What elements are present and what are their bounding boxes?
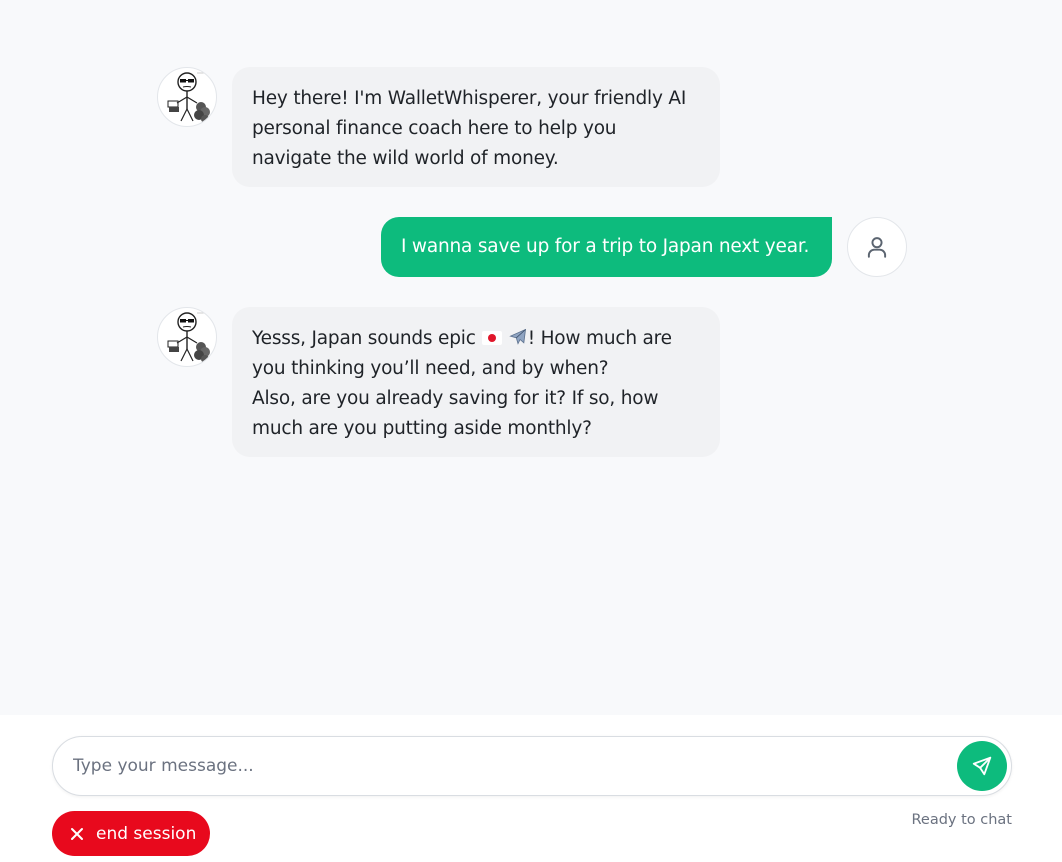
user-message: I wanna save up for a trip to Japan next… [381,217,832,277]
bot-avatar-icon [167,72,210,123]
bot-message: Yesss, Japan sounds epic ! How much are y… [232,307,720,457]
bot-message: Hey there! I'm WalletWhisperer, your fri… [232,67,720,187]
message-line: personal finance coach here to help you [252,118,617,139]
airplane-icon [508,328,526,345]
message-text: Yesss, Japan sounds epic [252,328,476,349]
end-session-label: end session [96,823,197,844]
end-session-button[interactable]: end session [52,811,210,856]
bot-avatar [157,307,217,367]
bot-avatar-icon [167,312,210,363]
composer-region: end session Ready to chat [0,715,1062,862]
chat-area: Hey there! I'm WalletWhisperer, your fri… [0,0,1062,715]
message-line: Hey there! I'm WalletWhisperer, your fri… [252,88,687,109]
send-button[interactable] [957,741,1007,791]
message-line: much are you putting aside monthly? [252,418,592,439]
user-avatar [847,217,907,277]
message-input[interactable] [73,737,933,795]
send-icon [972,756,992,776]
user-icon [867,237,887,258]
message-line: navigate the wild world of money. [252,148,559,169]
bot-avatar [157,67,217,127]
message-text: I wanna save up for a trip to Japan next… [401,236,810,257]
message-line: Also, are you already saving for it? If … [252,388,659,409]
message-line: you thinking you’ll need, and by when? [252,358,609,379]
message-input-box [52,736,1012,796]
message-text: ! How much are [527,328,672,349]
close-icon [70,827,84,841]
japan-flag-icon [481,331,502,345]
status-text: Ready to chat [911,812,1012,828]
message-line: Yesss, Japan sounds epic ! How much are [252,324,700,354]
